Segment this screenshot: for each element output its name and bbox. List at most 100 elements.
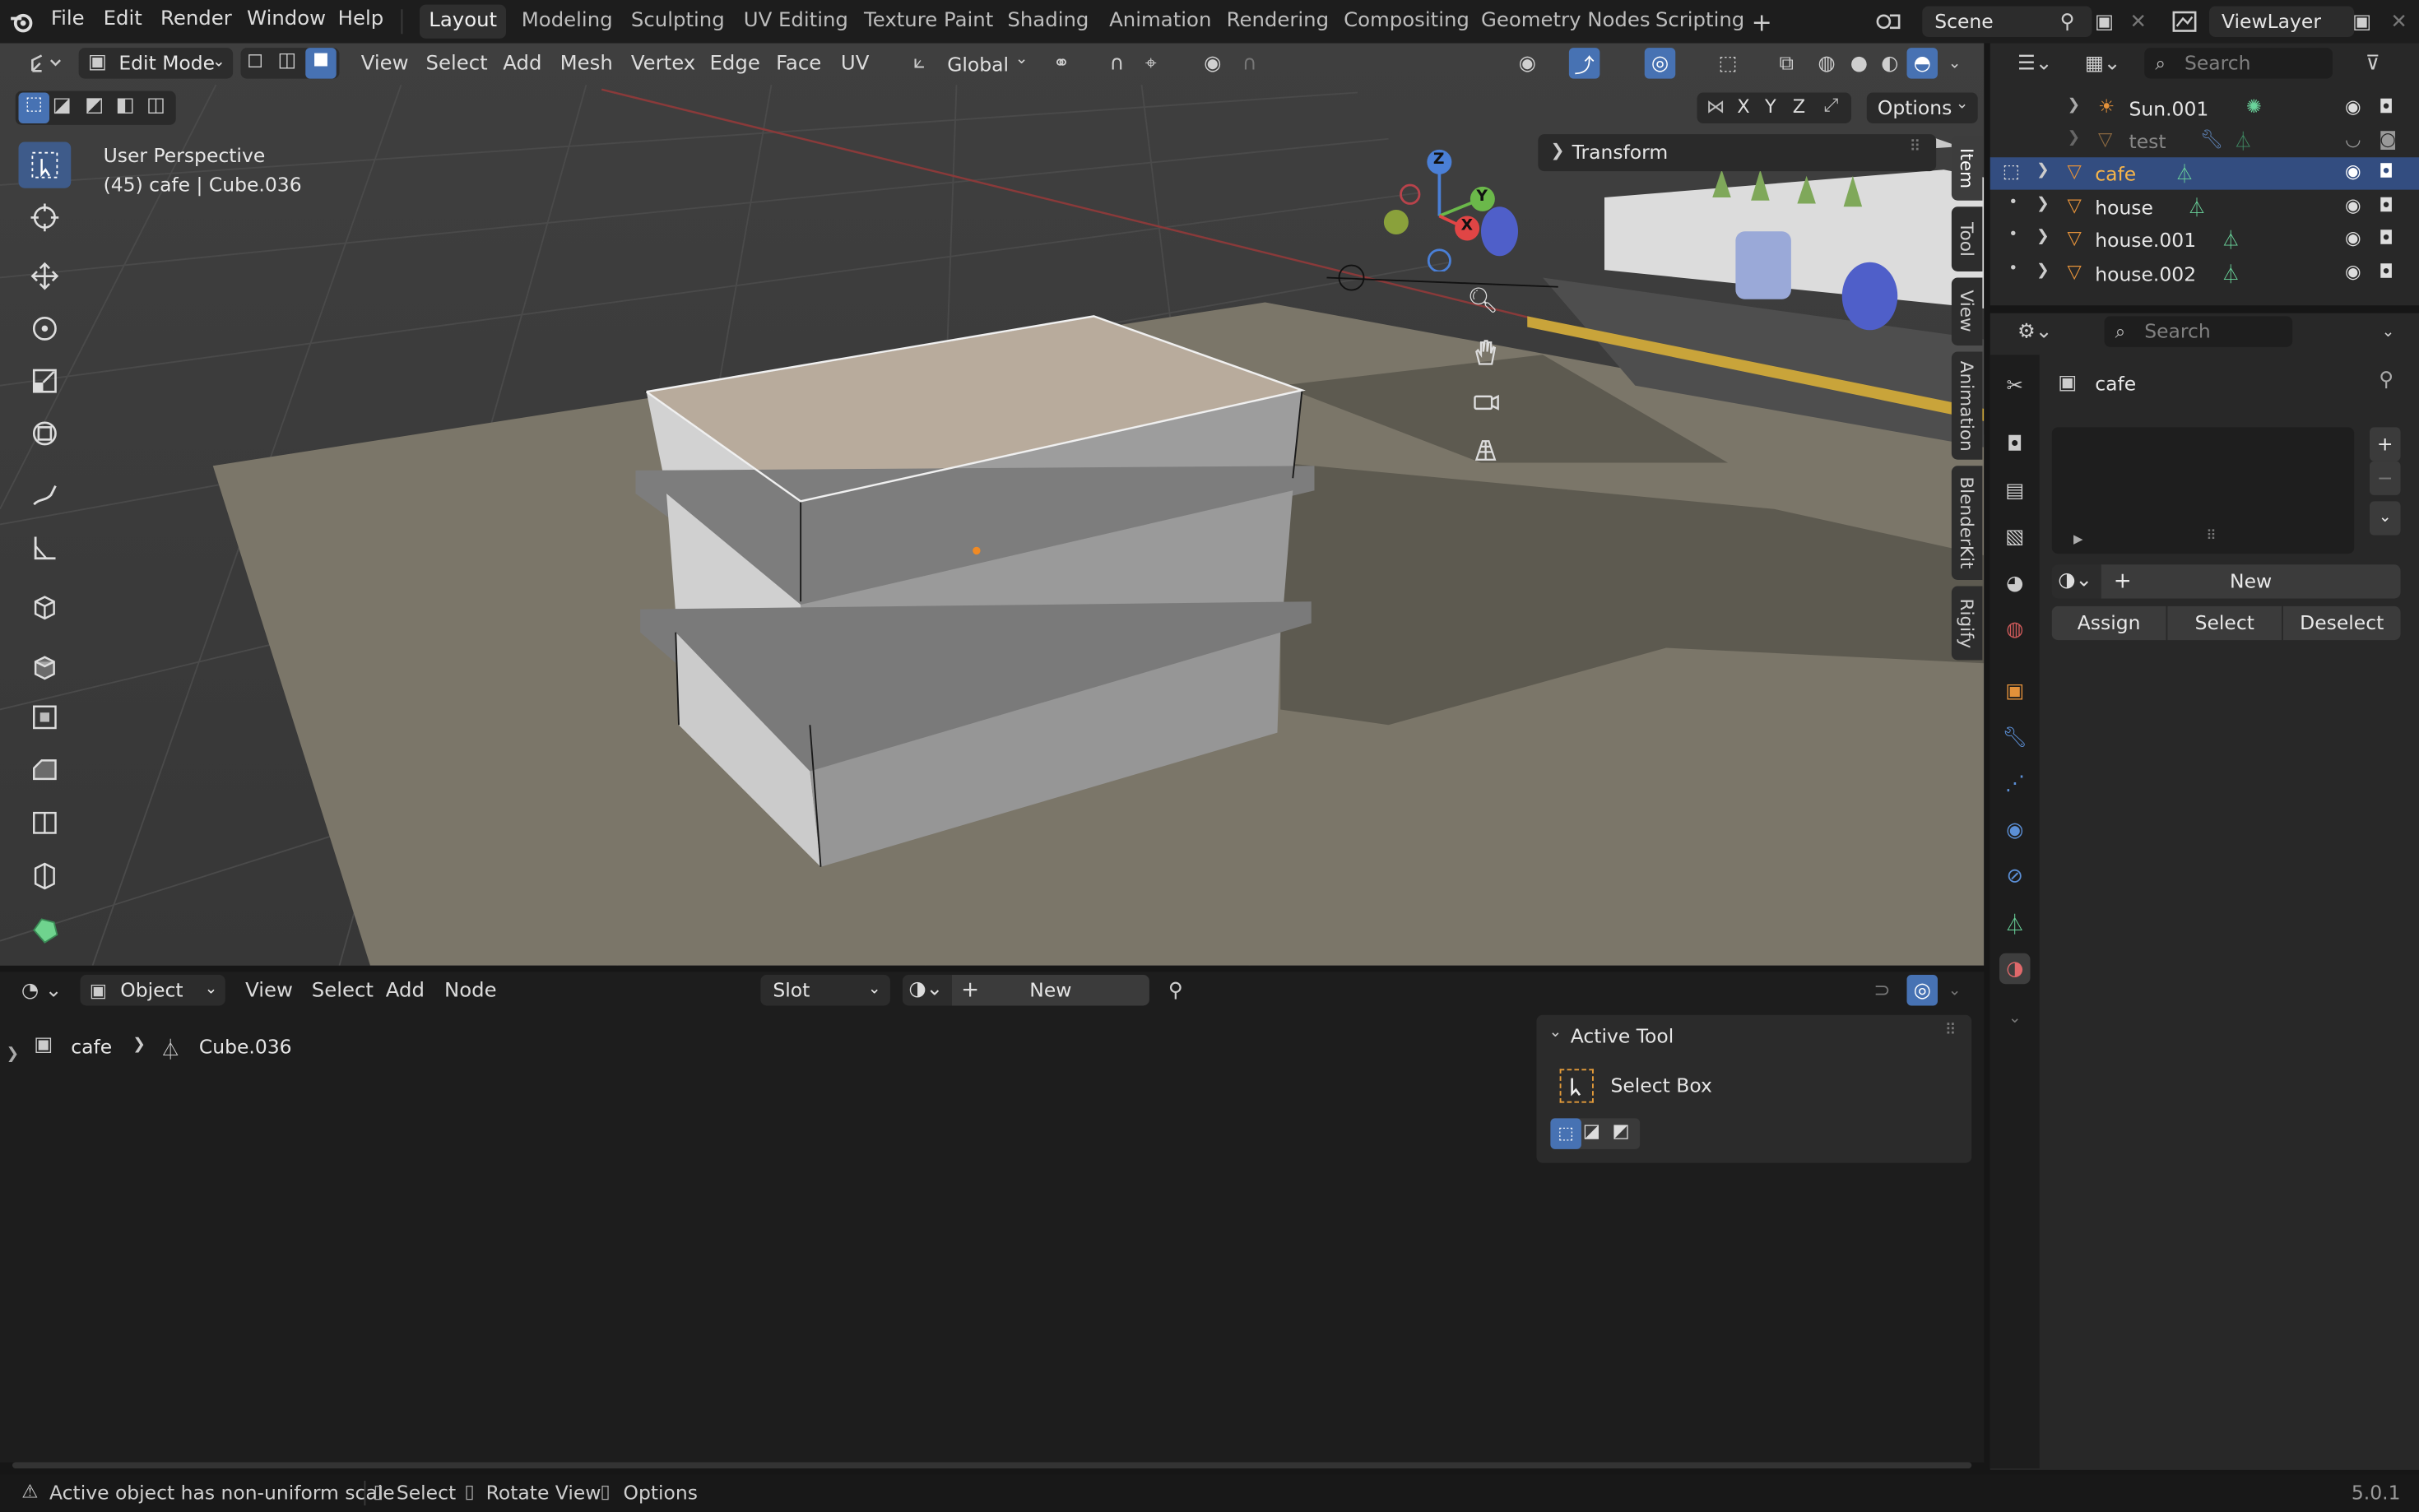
viewport-menu-select[interactable]: Select (426, 53, 488, 76)
visibility-eye-icon[interactable]: ◉ (2345, 261, 2361, 282)
mirror-y-toggle[interactable]: Y (1765, 95, 1776, 117)
select-button[interactable]: Select (2167, 605, 2282, 641)
tab-shading[interactable]: Shading (998, 5, 1098, 39)
deselect-button[interactable]: Deselect (2283, 605, 2401, 641)
material-browse-icon[interactable]: ◑⌄ (902, 975, 952, 1006)
proportional-editing-icon[interactable]: ◉ (1197, 48, 1228, 79)
sidebar-tab-item[interactable]: Item (1951, 136, 1983, 201)
falloff-curve-icon[interactable]: ∩ (1234, 48, 1265, 79)
zoom-icon[interactable]: 🔍︎ (1467, 285, 1501, 319)
solid-shading-icon[interactable]: ● (1844, 48, 1875, 79)
visibility-hidden-icon[interactable]: ◡ (2345, 128, 2361, 150)
remove-slot-button[interactable]: − (2370, 461, 2401, 495)
menu-file[interactable]: File (51, 7, 85, 30)
expand-chevron-icon[interactable]: ❯ (2068, 130, 2081, 147)
mirror-butterfly-icon[interactable]: ⋈ (1706, 95, 1725, 117)
view-layer-field[interactable]: ViewLayer (2209, 6, 2355, 37)
visibility-selectable-icon[interactable]: ◉ (1512, 48, 1544, 79)
viewport-menu-vertex[interactable]: Vertex (631, 53, 695, 76)
topology-mirror-icon[interactable]: ⤢ (1823, 94, 1838, 117)
filter-icon[interactable]: ⊽ (2357, 48, 2389, 79)
edge-select-icon[interactable]: ◫ (278, 49, 297, 72)
add-workspace-icon[interactable]: + (1747, 7, 1778, 38)
expand-chevron-icon[interactable]: ❯ (2036, 162, 2050, 179)
slot-dropdown[interactable]: Slot ⌄ (760, 975, 890, 1006)
select-box-tool-icon[interactable] (18, 141, 72, 188)
visibility-eye-icon[interactable]: ◉ (2345, 227, 2361, 248)
viewport-menu-mesh[interactable]: Mesh (560, 53, 613, 76)
object-tab-icon[interactable]: ▣ (1999, 675, 2031, 707)
face-select-icon[interactable]: ◼ (305, 48, 337, 79)
camera-view-icon[interactable] (1470, 386, 1504, 420)
properties-editor-type-icon[interactable]: ⚙⌄ (2012, 316, 2058, 347)
add-slot-button[interactable]: + (2370, 427, 2401, 461)
gizmo-toggle-icon[interactable]: ⤴ (1568, 48, 1600, 79)
render-camera-icon[interactable]: ◘ (2379, 194, 2393, 216)
sidebar-tab-rigify[interactable]: Rigify (1951, 586, 1983, 661)
node-menu-view[interactable]: View (245, 980, 293, 1003)
new-view-layer-icon[interactable]: ▣ (2347, 7, 2378, 38)
viewport-menu-view[interactable]: View (361, 53, 409, 76)
tab-geometry-nodes[interactable]: Geometry Nodes (1472, 5, 1660, 39)
shading-options-icon[interactable]: ⌄ (1939, 48, 1971, 79)
viewport-menu-face[interactable]: Face (776, 53, 821, 76)
properties-search[interactable]: ⌕ Search (2104, 316, 2293, 347)
render-camera-icon[interactable]: ◘ (2379, 95, 2393, 117)
select-invert-icon[interactable]: ◧ (116, 94, 135, 117)
vertex-select-icon[interactable]: ◻ (247, 49, 263, 72)
delete-scene-icon[interactable]: ✕ (2123, 7, 2154, 38)
transform-panel[interactable]: ❯ Transform ⠿ (1538, 134, 1937, 172)
slot-specials-button[interactable]: ⌄ (2370, 501, 2401, 536)
delete-view-layer-icon[interactable]: ✕ (2384, 7, 2415, 38)
outliner-row-house-002[interactable]: • ❯ ▽ house.002 ⏃ ◉ ◘ (1990, 257, 2419, 290)
material-tab-icon[interactable]: ◑ (1999, 953, 2031, 985)
viewport-menu-edge[interactable]: Edge (710, 53, 760, 76)
cursor-tool-icon[interactable] (19, 194, 72, 240)
menu-window[interactable]: Window (247, 7, 326, 30)
physics-tab-icon[interactable]: ◉ (1999, 814, 2031, 846)
transform-tool-icon[interactable] (19, 410, 72, 457)
ortho-grid-icon[interactable] (1470, 435, 1504, 469)
outliner-search[interactable]: ⌕ Search (2144, 48, 2333, 79)
menu-render[interactable]: Render (160, 7, 232, 30)
scene-tab-icon[interactable]: ◕ (1999, 568, 2031, 599)
material-browse-icon[interactable]: ◑⌄ (2051, 564, 2101, 599)
mesh-overlay-icon[interactable]: ⬚ (1712, 48, 1743, 79)
world-tab-icon[interactable]: ◍ (1999, 614, 2031, 645)
sidebar-tab-tool[interactable]: Tool (1951, 206, 1983, 271)
tab-sculpting[interactable]: Sculpting (622, 5, 734, 39)
outliner-editor-type-icon[interactable]: ☰⌄ (2012, 48, 2058, 79)
modifier-tab-icon[interactable]: 🔧︎ (1999, 722, 2031, 754)
render-camera-icon[interactable]: ◘ (2379, 261, 2393, 282)
editor-type-icon[interactable] (21, 48, 67, 79)
properties-options-icon[interactable]: ⌄ (2373, 316, 2404, 347)
overlays-toggle-icon[interactable]: ◎ (1644, 48, 1676, 79)
more-tabs-chevron-icon[interactable]: ⌄ (1999, 1003, 2031, 1034)
mesh-data-tab-icon[interactable]: ⏃ (1999, 907, 2031, 939)
pin-icon[interactable]: ⚲ (2379, 369, 2393, 392)
tab-modeling[interactable]: Modeling (513, 5, 622, 39)
node-menu-add[interactable]: Add (386, 980, 425, 1003)
annotate-tool-icon[interactable] (19, 472, 72, 518)
list-resize-handle-icon[interactable]: ⠿ (2206, 529, 2216, 545)
xray-toggle-icon[interactable]: ⧉ (1771, 48, 1803, 79)
render-camera-icon[interactable]: ◘ (2379, 160, 2393, 182)
inset-tool-icon[interactable] (19, 694, 72, 740)
select-new-icon[interactable]: ⬚ (18, 92, 49, 123)
tab-scripting[interactable]: Scripting (1646, 5, 1754, 39)
outliner-row-sun[interactable]: ❯ ☀ Sun.001 ✺ ◉ ◘ (1990, 93, 2419, 125)
list-expand-icon[interactable]: ▶ (2073, 532, 2083, 546)
constraints-tab-icon[interactable]: ⊘ (1999, 860, 2031, 892)
object-type-dropdown[interactable]: ▣ Object ⌄ (80, 975, 225, 1006)
viewport-menu-add[interactable]: Add (503, 53, 541, 76)
viewport-menu-uv[interactable]: UV (841, 53, 870, 76)
visibility-eye-icon[interactable]: ◉ (2345, 95, 2361, 117)
mode-subtract-icon[interactable]: ◩ (1612, 1120, 1629, 1141)
view-layer-tab-icon[interactable]: ▧ (1999, 522, 2031, 553)
panel-drag-handle-icon[interactable]: ⠿ (1910, 139, 1921, 156)
scale-tool-icon[interactable] (19, 358, 72, 404)
wireframe-shading-icon[interactable]: ◍ (1811, 48, 1842, 79)
new-material-button[interactable]: + New (951, 975, 1149, 1006)
rotate-tool-icon[interactable] (19, 305, 72, 351)
render-disabled-icon[interactable]: ◙ (2379, 128, 2397, 150)
